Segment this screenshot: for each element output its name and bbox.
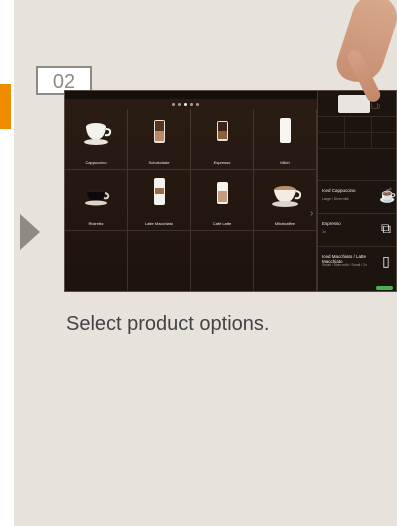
shortcut-cell[interactable] [372,117,396,133]
product-tile[interactable]: Cappuccino [65,109,128,170]
option-row[interactable]: Espresso 2x ⧉ [318,213,396,246]
shortcut-cell[interactable] [318,117,345,133]
double-cup-icon: ⧉ [381,220,391,236]
product-label: Cappuccino [85,160,107,165]
pager-dot [196,103,199,106]
product-tile[interactable]: Espresso [191,109,254,170]
milchkaffee-icon [272,186,301,207]
empty-product-slot [128,231,191,291]
product-tile[interactable]: Milch [254,109,317,170]
option-title: Iced Cappuccino [322,188,356,193]
cafe-latte-icon [217,182,228,204]
shortcut-cell[interactable] [372,133,396,149]
product-label: Ristretto [88,221,104,226]
step-indicator-bar [0,84,11,129]
cappuccino-icon [84,123,112,145]
milk-glass-icon [280,118,291,143]
pager-dot [190,103,193,106]
product-label: Espresso [213,160,231,165]
pager-dot [178,103,181,106]
option-title: Espresso [322,221,341,226]
coffee-machine-screen: Cappuccino Schokolade Espresso Milch Ris… [64,90,397,292]
latte-macchiato-icon [154,178,165,205]
option-subtitle: 2x [322,230,326,234]
option-shortcuts-row [318,117,396,133]
product-label: Milchkaffee [274,221,296,226]
option-row[interactable]: Iced Macchiato / Latte Macchiato Small /… [318,246,396,279]
pager-dot-active [184,103,187,106]
product-grid: Cappuccino Schokolade Espresso Milch Ris… [65,109,317,291]
shortcut-cell[interactable] [318,133,345,149]
product-label: Latte Macchiato [144,221,174,226]
shortcut-cell[interactable] [345,117,372,133]
play-arrow-icon [20,214,40,250]
option-row[interactable]: Iced Cappuccino Large / Skim milk ☕ [318,180,397,213]
chevron-right-icon: › [310,208,314,219]
instruction-caption: Select product options. [66,313,270,335]
product-label: Milch [280,160,290,165]
pointing-hand-image [333,0,397,108]
product-tile[interactable]: Café Latte [191,170,254,231]
empty-product-slot [254,231,317,291]
shortcut-cell[interactable] [345,133,372,149]
product-tile[interactable]: Ristretto [65,170,128,231]
ristretto-icon [85,189,110,206]
option-subtitle: Large / Skim milk [322,197,349,201]
cup-icon: ☕ [379,187,397,203]
product-label: Café Latte [212,221,232,226]
product-label: Schokolade [148,160,170,165]
pager-dots [172,103,199,106]
product-tile[interactable]: Schokolade [128,109,191,170]
option-shortcuts-row [318,133,396,149]
option-subtitle: Small / Skim milk / Small / 2x [322,263,367,267]
espresso-icon [217,121,228,141]
start-button[interactable] [376,286,393,290]
options-panel: Iced Cappuccino Large / Skim milk ☕ Espr… [317,91,397,291]
product-tile[interactable]: Latte Macchiato [128,170,191,231]
pager-dot [172,103,175,106]
product-tile[interactable]: Milchkaffee [254,170,317,231]
chocolate-drink-icon [154,120,165,143]
glass-icon: ▯ [382,253,390,269]
empty-product-slot [65,231,128,291]
empty-product-slot [191,231,254,291]
